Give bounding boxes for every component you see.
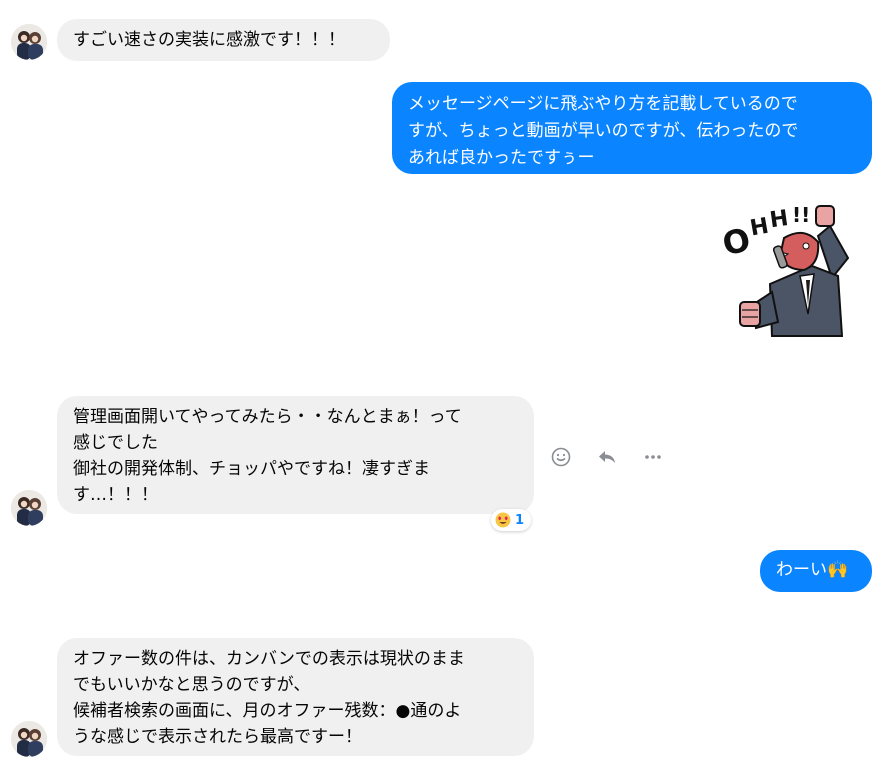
svg-text:!!: !! bbox=[792, 203, 810, 227]
sender-avatar[interactable] bbox=[11, 24, 47, 60]
message-reaction[interactable]: 1 bbox=[491, 509, 532, 531]
reaction-count: 1 bbox=[515, 512, 525, 528]
ohh-fist-pump-sticker[interactable]: O H H !! bbox=[719, 196, 860, 346]
more-icon[interactable] bbox=[642, 446, 664, 468]
svg-text:H: H bbox=[768, 206, 790, 233]
sender-avatar[interactable] bbox=[11, 721, 47, 757]
reply-icon[interactable] bbox=[596, 446, 618, 468]
incoming-message[interactable]: すごい速さの実装に感激です！！！ bbox=[57, 19, 390, 61]
smiley-icon[interactable] bbox=[550, 446, 572, 468]
incoming-message[interactable]: オファー数の件は、カンバンでの表示は現状のまま でもいいかなと思うのですが、 候… bbox=[57, 638, 534, 756]
svg-text:H: H bbox=[748, 214, 770, 242]
sender-avatar[interactable] bbox=[11, 490, 47, 526]
outgoing-message[interactable]: メッセージページに飛ぶやり方を記載しているので すが、ちょっと動画が早いのですが… bbox=[392, 82, 872, 174]
message-actions bbox=[550, 446, 664, 468]
outgoing-message[interactable]: わーい🙌 bbox=[760, 550, 872, 592]
incoming-message[interactable]: 管理画面開いてやってみたら・・なんとまぁ！って 感じでした 御社の開発体制、チョ… bbox=[57, 396, 534, 514]
heart-eyes-emoji-icon bbox=[495, 512, 511, 528]
